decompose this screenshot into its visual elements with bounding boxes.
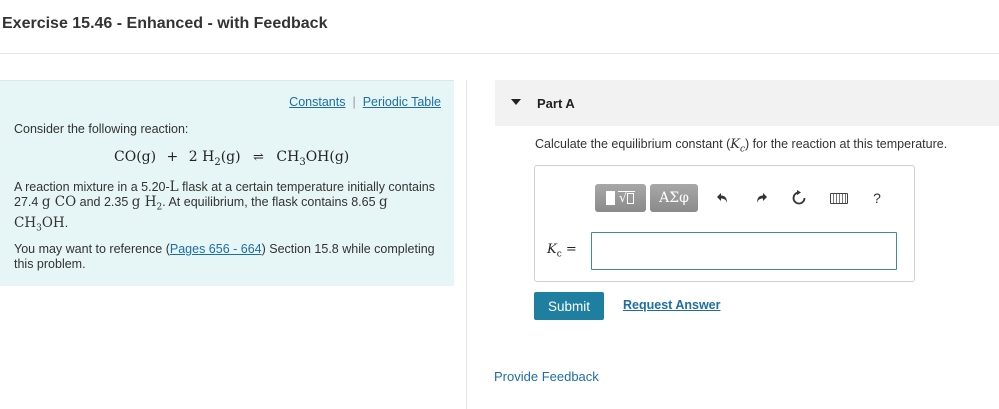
reference-prefix: You may want to reference ( bbox=[14, 242, 170, 256]
h2-state: (g) bbox=[220, 149, 241, 165]
consider-text: Consider the following reaction: bbox=[14, 122, 189, 136]
reactant-co: CO(g) bbox=[114, 149, 157, 165]
mixture-description: A reaction mixture in a 5.20-L flask at … bbox=[14, 180, 444, 236]
keyboard-icon[interactable] bbox=[829, 188, 849, 208]
product-ch: CH bbox=[276, 149, 300, 165]
answer-box: √ ΑΣφ ? Kc = bbox=[534, 165, 915, 282]
math-toolbar: √ ΑΣφ ? bbox=[595, 182, 905, 214]
periodic-table-link[interactable]: Periodic Table bbox=[363, 95, 441, 109]
title-divider bbox=[0, 53, 999, 54]
part-a-label: Part A bbox=[537, 96, 575, 111]
reaction-equation: CO(g) + 2 H2(g) ⇌ CH3OH(g) bbox=[114, 149, 349, 168]
undo-icon[interactable] bbox=[713, 188, 733, 208]
constants-link[interactable]: Constants bbox=[289, 95, 345, 109]
h2-symbol: H bbox=[202, 149, 215, 165]
info-panel: Constants | Periodic Table Consider the fo… bbox=[0, 80, 454, 286]
mixture-text-end: . bbox=[64, 215, 69, 230]
redo-icon[interactable] bbox=[751, 188, 771, 208]
mixture-text-1: A reaction mixture in a 5.20- bbox=[14, 180, 170, 194]
mass-co: g CO bbox=[41, 194, 77, 210]
product-oh: OH(g) bbox=[305, 149, 350, 165]
page-title: Exercise 15.46 - Enhanced - with Feedbac… bbox=[2, 15, 328, 32]
equilibrium-arrow-icon: ⇌ bbox=[253, 150, 264, 165]
unit-liters: L bbox=[169, 179, 179, 195]
question-prefix: Calculate the equilibrium constant ( bbox=[535, 137, 731, 151]
question-text: Calculate the equilibrium constant (Kc) … bbox=[535, 137, 947, 155]
pages-reference-link[interactable]: Pages 656 - 664 bbox=[170, 242, 262, 256]
template-square-icon bbox=[605, 191, 615, 205]
mass-h2: g H2 bbox=[131, 194, 163, 213]
mixture-text-3: and 2.35 bbox=[76, 195, 132, 209]
part-a-header[interactable]: Part A bbox=[495, 80, 999, 126]
question-suffix: ) for the reaction at this temperature. bbox=[745, 137, 948, 151]
reset-icon[interactable] bbox=[789, 188, 809, 208]
kc-input-label: Kc = bbox=[547, 242, 577, 260]
kc-symbol: Kc bbox=[730, 137, 746, 155]
caret-down-icon bbox=[511, 99, 521, 105]
h2-coefficient: 2 bbox=[188, 149, 198, 165]
mixture-text-4: . At equilibrium, the flask contains 8.6… bbox=[162, 195, 380, 209]
templates-button[interactable]: √ bbox=[595, 184, 646, 212]
plus-sign: + bbox=[166, 149, 179, 165]
submit-button[interactable]: Submit bbox=[534, 292, 604, 320]
resource-links: Constants | Periodic Table bbox=[289, 95, 441, 109]
column-divider bbox=[466, 80, 467, 409]
square-root-icon: √ bbox=[617, 190, 636, 206]
help-icon[interactable]: ? bbox=[867, 188, 887, 208]
request-answer-link[interactable]: Request Answer bbox=[623, 298, 720, 312]
greek-symbols-button[interactable]: ΑΣφ bbox=[650, 184, 698, 212]
provide-feedback-link[interactable]: Provide Feedback bbox=[494, 369, 599, 384]
reference-text: You may want to reference (Pages 656 - 6… bbox=[14, 242, 444, 272]
links-separator: | bbox=[352, 95, 356, 109]
kc-answer-input[interactable] bbox=[591, 232, 897, 270]
